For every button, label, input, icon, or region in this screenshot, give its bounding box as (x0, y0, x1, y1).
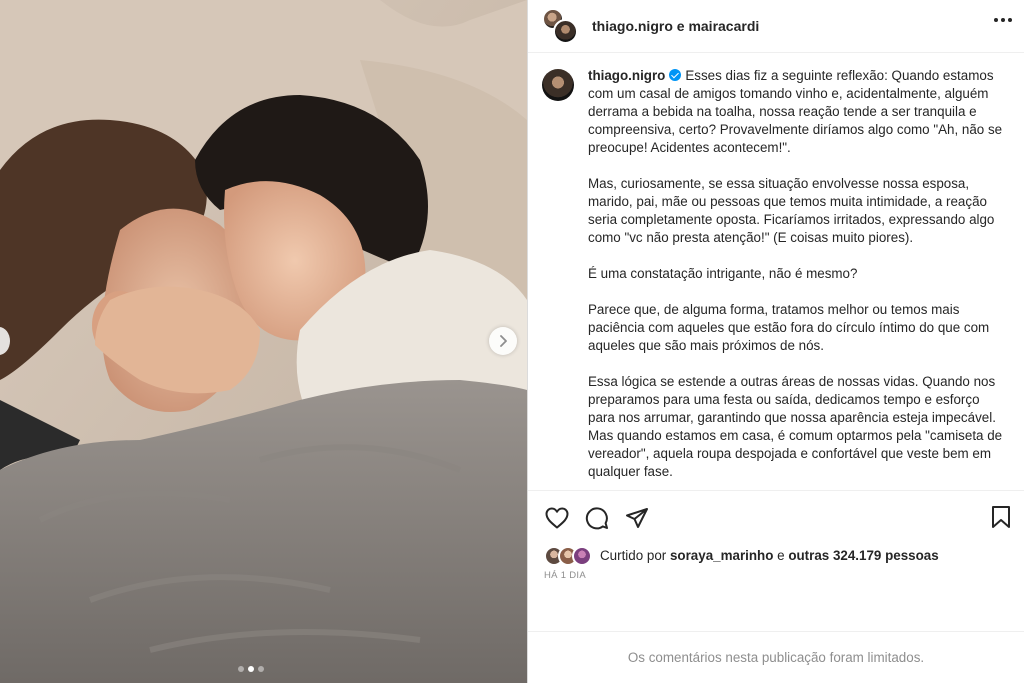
avatar (553, 19, 578, 44)
avatar (572, 546, 592, 566)
caption-scroll-area[interactable]: thiago.nigro Esses dias fiz a seguinte re… (528, 53, 1024, 490)
liker-avatars (544, 544, 596, 566)
instagram-post-modal: thiago.nigro e mairacardi thiago.nigro Es… (0, 0, 1024, 683)
carousel-dot-active (248, 666, 254, 672)
post-timestamp[interactable]: HÁ 1 DIA (544, 570, 1010, 581)
post-actions: Curtido por soraya_marinho e outras 324.… (528, 490, 1024, 631)
caption: thiago.nigro Esses dias fiz a seguinte re… (542, 67, 1008, 490)
caption-username[interactable]: thiago.nigro (588, 68, 665, 83)
post-media[interactable] (0, 0, 527, 683)
comment-bubble-icon[interactable] (584, 505, 610, 531)
bookmark-icon[interactable] (990, 505, 1014, 531)
post-author-names[interactable]: thiago.nigro e mairacardi (592, 18, 759, 34)
likes-summary[interactable]: Curtido por soraya_marinho e outras 324.… (544, 543, 1010, 567)
liker-username[interactable]: soraya_marinho (670, 548, 773, 563)
caption-paragraph: Mas, curiosamente, se essa situação envo… (588, 176, 995, 245)
post-header: thiago.nigro e mairacardi (528, 0, 1024, 53)
caption-paragraph: É uma constatação intrigante, não é mesm… (588, 266, 858, 281)
caption-paragraph: thiago.nigro Esses dias fiz a seguinte re… (588, 68, 1003, 155)
comments-limited-notice: Os comentários nesta publicação foram li… (528, 631, 1024, 683)
carousel-next-button[interactable] (489, 327, 517, 355)
post-side-panel: thiago.nigro e mairacardi thiago.nigro Es… (527, 0, 1024, 683)
collab-avatars[interactable] (542, 8, 578, 44)
carousel-indicator (238, 666, 264, 672)
heart-icon[interactable] (544, 505, 570, 531)
likes-count-link[interactable]: outras 324.179 pessoas (788, 548, 938, 563)
caption-text: thiago.nigro Esses dias fiz a seguinte re… (588, 67, 1008, 490)
caption-paragraph: Parece que, de alguma forma, tratamos me… (588, 302, 990, 353)
caption-paragraph: Essa lógica se estende a outras áreas de… (588, 374, 1003, 479)
carousel-dot (258, 666, 264, 672)
chevron-right-icon (500, 335, 507, 347)
action-bar (544, 501, 1010, 535)
more-horizontal-icon[interactable] (994, 18, 1012, 24)
avatar[interactable] (542, 69, 574, 101)
likes-text: Curtido por soraya_marinho e outras 324.… (600, 547, 939, 563)
carousel-dot (238, 666, 244, 672)
paper-plane-icon[interactable] (624, 505, 650, 531)
verified-badge-icon (669, 69, 682, 81)
post-photo (0, 0, 527, 683)
